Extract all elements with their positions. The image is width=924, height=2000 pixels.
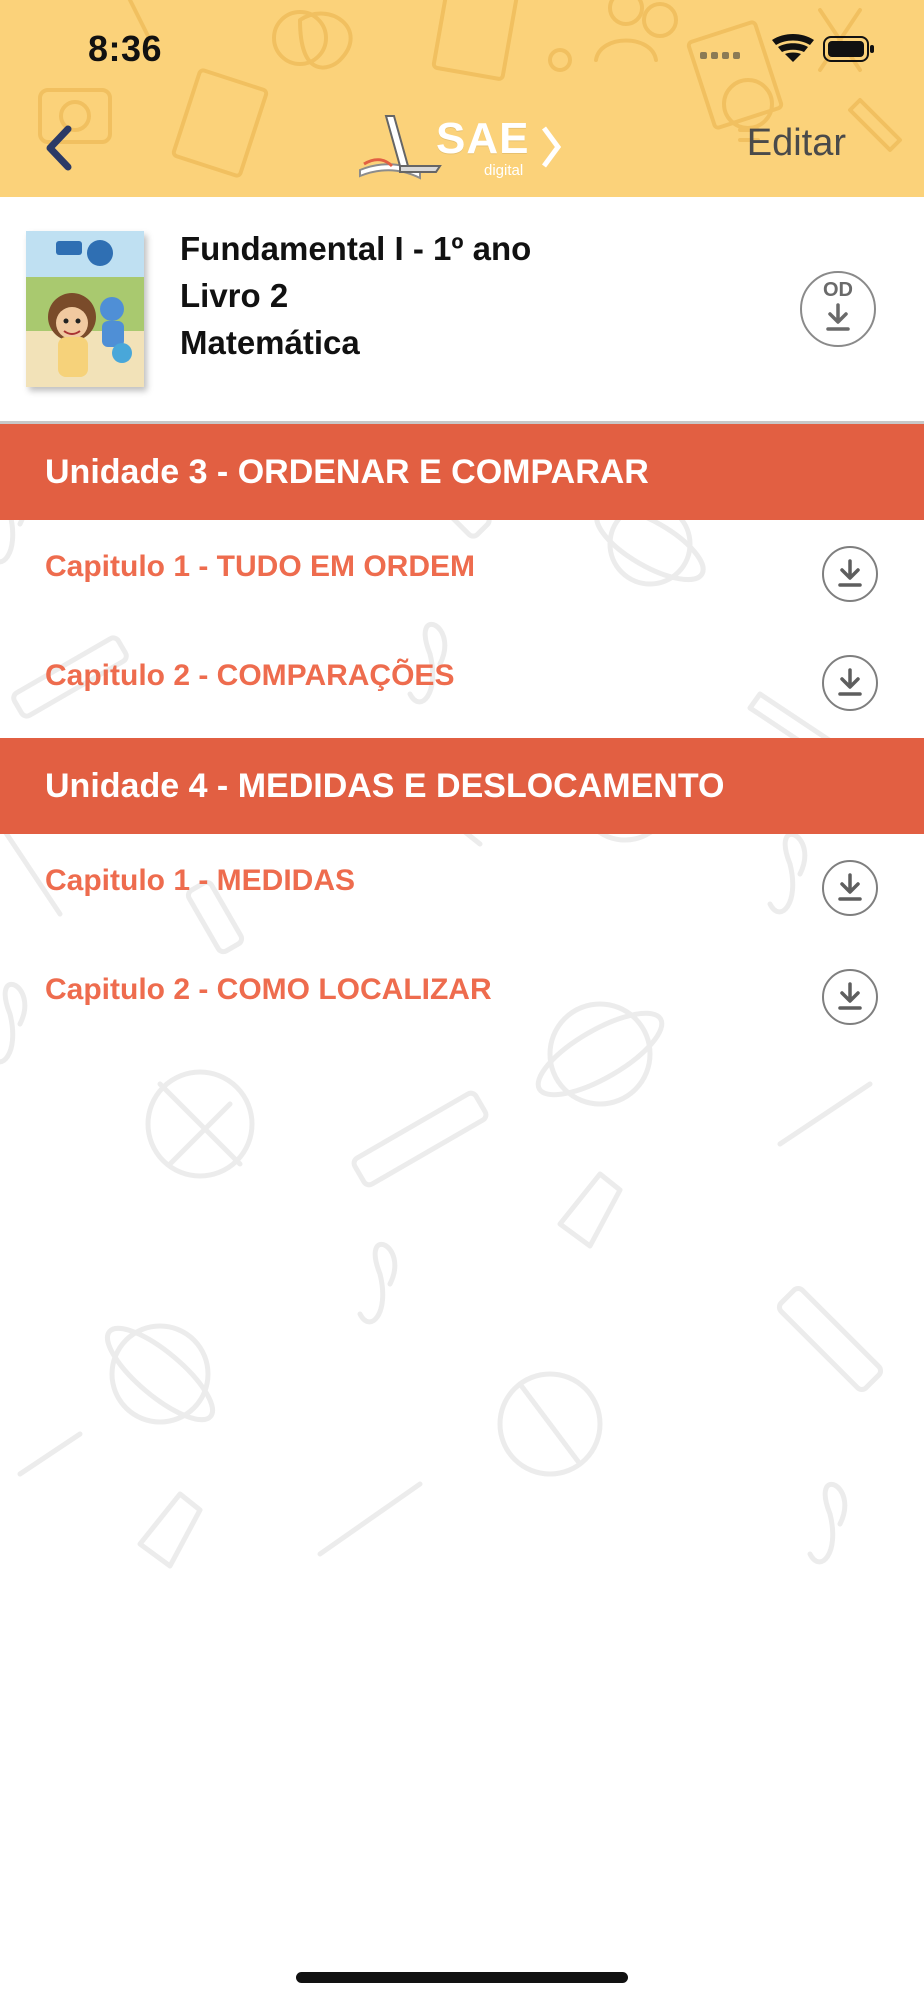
cellular-signal-icon [700,52,740,59]
back-button[interactable] [36,118,80,178]
download-icon [838,873,862,901]
download-icon [826,303,850,331]
download-all-button[interactable]: OD [800,271,876,347]
book-level: Fundamental I - 1º ano [180,230,532,267]
book-laptop-icon [359,115,442,180]
unit-header-4: Unidade 4 - MEDIDAS E DESLOCAMENTO [0,738,924,834]
download-icon [838,982,862,1010]
navigation-header: 8:36 SAE digital Editar [0,0,924,198]
wifi-icon [772,34,814,62]
book-volume: Livro 2 [180,277,289,314]
chapter-title[interactable]: Capitulo 2 - COMPARAÇÕES [45,659,454,693]
chapter-row[interactable]: Capitulo 1 - TUDO EM ORDEM [0,520,924,629]
book-cover-illustration [26,231,144,387]
book-cover-image[interactable] [26,231,144,387]
book-subject: Matemática [180,324,360,361]
chapter-row[interactable]: Capitulo 2 - COMPARAÇÕES [0,629,924,738]
book-info-header: Fundamental I - 1º ano Livro 2 Matemátic… [0,197,924,424]
download-button[interactable] [822,546,878,602]
download-button[interactable] [822,969,878,1025]
download-button[interactable] [822,655,878,711]
status-indicators [700,34,874,62]
od-label: OD [823,279,853,301]
chapter-list: Unidade 3 - ORDENAR E COMPARAR Capitulo … [0,424,924,2000]
home-indicator[interactable] [296,1972,628,1983]
status-time: 8:36 [88,28,163,69]
chapter-title[interactable]: Capitulo 1 - MEDIDAS [45,864,355,898]
chapter-title[interactable]: Capitulo 2 - COMO LOCALIZAR [45,973,492,1007]
logo-subtext: digital [484,162,524,179]
chapter-title[interactable]: Capitulo 1 - TUDO EM ORDEM [45,550,475,584]
logo-text: SAE [436,114,530,163]
edit-button[interactable]: Editar [747,122,846,165]
battery-icon [823,36,874,62]
sae-digital-logo: SAE digital [356,112,566,184]
logo-chevron-icon [541,126,562,168]
chapter-row[interactable]: Capitulo 2 - COMO LOCALIZAR [0,943,924,1052]
download-icon [838,559,862,587]
unit-header-3: Unidade 3 - ORDENAR E COMPARAR [0,424,924,520]
download-icon [838,668,862,696]
download-button[interactable] [822,860,878,916]
book-title-block: Fundamental I - 1º ano Livro 2 Matemátic… [180,225,531,366]
chapter-row[interactable]: Capitulo 1 - MEDIDAS [0,834,924,943]
chevron-left-icon [46,125,72,171]
